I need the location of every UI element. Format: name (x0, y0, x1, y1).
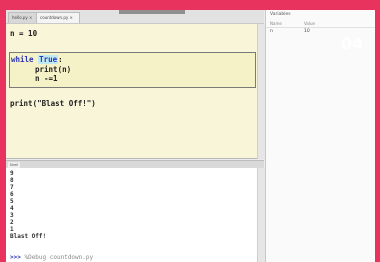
while-block-highlight: while True: print(n) n -=1 (9, 52, 256, 88)
variable-value: 10 (304, 29, 310, 34)
colon: : (58, 55, 63, 64)
tab-countdown-py[interactable]: countdown.py × (36, 12, 80, 23)
shell-output-line: 1 (10, 226, 14, 233)
window-drag-handle[interactable] (119, 10, 185, 14)
shell-output-line: 4 (10, 205, 14, 212)
shell-scrollbar[interactable] (257, 168, 265, 262)
editor-tab-bar: hello.py × countdown.py × (6, 10, 264, 24)
ide-window: hello.py × countdown.py × n = 10 while T… (6, 10, 375, 262)
editor-scrollbar[interactable] (257, 24, 265, 159)
code-editor[interactable]: n = 10 while True: print(n) n -=1 print(… (6, 24, 258, 159)
code-line-1: n = 10 (10, 29, 38, 38)
code-line-print-n: print(n) (35, 65, 72, 74)
shell-output-line: 6 (10, 191, 14, 198)
shell-tab-bar: Shell (6, 160, 264, 168)
true-keyword: True (38, 55, 59, 64)
variable-name: n (270, 29, 273, 34)
column-value-header[interactable]: Value (304, 21, 315, 26)
shell-output-line: 7 (10, 184, 14, 191)
code-line-decrement: n -=1 (35, 74, 58, 83)
shell-output-line: 5 (10, 198, 14, 205)
while-keyword: while (11, 55, 34, 64)
shell-output-line: Blast Off! (10, 233, 47, 240)
prompt-symbol: >>> (10, 254, 21, 261)
shell-output-line: 8 (10, 177, 14, 184)
code-line-blast: print("Blast Off!") (10, 99, 96, 108)
variables-header: Name Value (266, 20, 375, 28)
step-number-badge: 04 (340, 34, 364, 53)
shell-output-line: 9 (10, 170, 14, 177)
shell-console[interactable]: 9 8 7 6 5 4 3 2 1 Blast Off! >>> %Debug … (6, 168, 258, 262)
shell-command: %Debug countdown.py (24, 254, 94, 261)
column-name-header[interactable]: Name (270, 21, 282, 26)
shell-prompt-line[interactable]: >>> %Debug countdown.py (10, 254, 93, 261)
shell-output-line: 2 (10, 219, 14, 226)
code-line-while: while True: (11, 55, 63, 64)
variables-title: Variables (270, 12, 291, 17)
shell-output-line: 3 (10, 212, 14, 219)
